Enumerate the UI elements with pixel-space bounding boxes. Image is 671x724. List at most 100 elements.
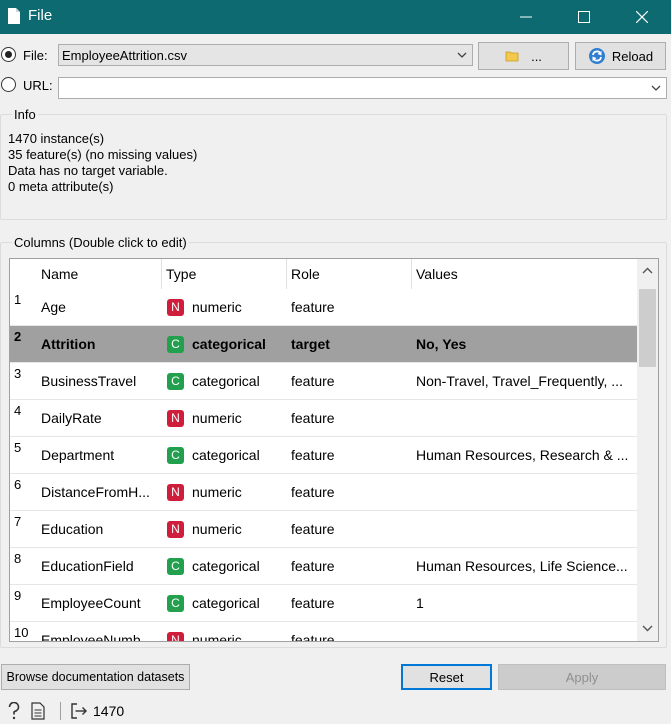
browse-button-label: ... [531, 48, 542, 64]
chevron-down-icon [651, 85, 661, 91]
reload-button[interactable]: Reload [575, 42, 666, 70]
status-separator [60, 702, 61, 720]
categorical-type-icon: C [167, 336, 184, 353]
column-type[interactable]: numeric [192, 511, 284, 548]
report-icon[interactable] [31, 702, 45, 720]
numeric-type-icon: N [167, 299, 184, 316]
column-name[interactable]: DistanceFromH... [41, 474, 159, 511]
categorical-type-icon: C [167, 558, 184, 575]
column-values[interactable] [416, 400, 634, 437]
column-role[interactable]: feature [291, 548, 409, 585]
table-row[interactable]: 9 EmployeeCount Ccategorical feature 1 [10, 585, 638, 622]
column-values[interactable]: Human Resources, Life Science... [416, 548, 634, 585]
maximize-button[interactable] [555, 0, 613, 34]
columns-table[interactable]: Name Type Role Values 1 Age Nnumeric featur… [9, 258, 659, 642]
reload-button-label: Reload [611, 48, 654, 64]
column-role[interactable]: feature [291, 511, 409, 548]
table-row[interactable]: 4 DailyRate Nnumeric feature [10, 400, 638, 437]
url-combo[interactable] [58, 77, 667, 99]
column-role[interactable]: feature [291, 474, 409, 511]
scrollbar-thumb[interactable] [639, 289, 656, 367]
column-name[interactable]: Education [41, 511, 159, 548]
browse-docs-label: Browse documentation datasets [6, 670, 185, 684]
column-role[interactable]: feature [291, 585, 409, 622]
info-instances: 1470 instance(s) [8, 131, 105, 146]
table-row[interactable]: 3 BusinessTravel Ccategorical feature Non-Tr… [10, 363, 638, 400]
column-name[interactable]: Attrition [41, 326, 159, 363]
file-icon [8, 8, 20, 24]
categorical-type-icon: C [167, 595, 184, 612]
row-number: 3 [14, 366, 22, 381]
column-type[interactable]: categorical [192, 437, 284, 474]
row-number: 10 [14, 625, 29, 640]
column-role[interactable]: feature [291, 622, 409, 641]
column-role[interactable]: feature [291, 400, 409, 437]
browse-button[interactable]: ... [478, 42, 569, 70]
column-values[interactable] [416, 622, 634, 641]
table-row[interactable]: 10 EmployeeNumb... Nnumeric feature [10, 622, 638, 641]
table-row[interactable]: 8 EducationField Ccategorical feature Human … [10, 548, 638, 585]
column-type[interactable]: numeric [192, 400, 284, 437]
url-radio[interactable] [1, 77, 16, 92]
table-row[interactable]: 1 Age Nnumeric feature [10, 289, 638, 326]
output-count: 1470 [93, 703, 125, 719]
help-icon[interactable] [7, 702, 21, 720]
column-name[interactable]: EmployeeNumb... [41, 622, 159, 641]
row-number: 4 [14, 403, 22, 418]
column-values[interactable] [416, 289, 634, 326]
column-type[interactable]: numeric [192, 622, 284, 641]
column-name[interactable]: BusinessTravel [41, 363, 159, 400]
file-radio[interactable] [1, 47, 16, 62]
folder-icon [505, 51, 519, 62]
column-values[interactable]: Human Resources, Research & ... [416, 437, 634, 474]
column-role[interactable]: feature [291, 363, 409, 400]
row-number: 6 [14, 477, 22, 492]
column-type[interactable]: categorical [192, 548, 284, 585]
header-values[interactable]: Values [412, 259, 638, 289]
numeric-type-icon: N [167, 410, 184, 427]
header-role[interactable]: Role [287, 259, 412, 289]
column-values[interactable] [416, 474, 634, 511]
column-values[interactable] [416, 511, 634, 548]
minimize-button[interactable] [497, 0, 555, 34]
column-values[interactable]: No, Yes [416, 326, 634, 363]
column-role[interactable]: feature [291, 289, 409, 326]
table-row[interactable]: 2 Attrition Ccategorical target No, Yes [10, 326, 638, 363]
column-type[interactable]: categorical [192, 326, 284, 363]
table-row[interactable]: 7 Education Nnumeric feature [10, 511, 638, 548]
row-number: 1 [14, 292, 22, 307]
categorical-type-icon: C [167, 447, 184, 464]
column-type[interactable]: categorical [192, 585, 284, 622]
browse-docs-button[interactable]: Browse documentation datasets [1, 664, 190, 690]
reset-button[interactable]: Reset [401, 664, 492, 690]
column-name[interactable]: Department [41, 437, 159, 474]
column-type[interactable]: numeric [192, 474, 284, 511]
apply-label: Apply [565, 669, 599, 685]
table-header: Name Type Role Values [10, 259, 638, 289]
column-values[interactable]: Non-Travel, Travel_Frequently, ... [416, 363, 634, 400]
row-number: 8 [14, 551, 22, 566]
header-name[interactable]: Name [37, 259, 162, 289]
vertical-scrollbar[interactable] [637, 259, 658, 641]
column-role[interactable]: feature [291, 437, 409, 474]
header-type[interactable]: Type [162, 259, 287, 289]
minimize-icon [520, 16, 532, 18]
file-combo-value: EmployeeAttrition.csv [62, 48, 187, 63]
column-type[interactable]: categorical [192, 363, 284, 400]
close-button[interactable] [613, 0, 671, 34]
column-type[interactable]: numeric [192, 289, 284, 326]
scroll-up-icon[interactable] [642, 267, 653, 274]
column-name[interactable]: DailyRate [41, 400, 159, 437]
table-row[interactable]: 5 Department Ccategorical feature Human Reso… [10, 437, 638, 474]
scroll-down-icon[interactable] [642, 625, 653, 632]
column-values[interactable]: 1 [416, 585, 634, 622]
numeric-type-icon: N [167, 632, 184, 641]
column-role[interactable]: target [291, 326, 409, 363]
table-row[interactable]: 6 DistanceFromH... Nnumeric feature [10, 474, 638, 511]
apply-button[interactable]: Apply [498, 664, 666, 690]
url-label: URL: [23, 78, 53, 93]
column-name[interactable]: EmployeeCount [41, 585, 159, 622]
column-name[interactable]: Age [41, 289, 159, 326]
column-name[interactable]: EducationField [41, 548, 159, 585]
file-combo[interactable]: EmployeeAttrition.csv [58, 44, 473, 66]
